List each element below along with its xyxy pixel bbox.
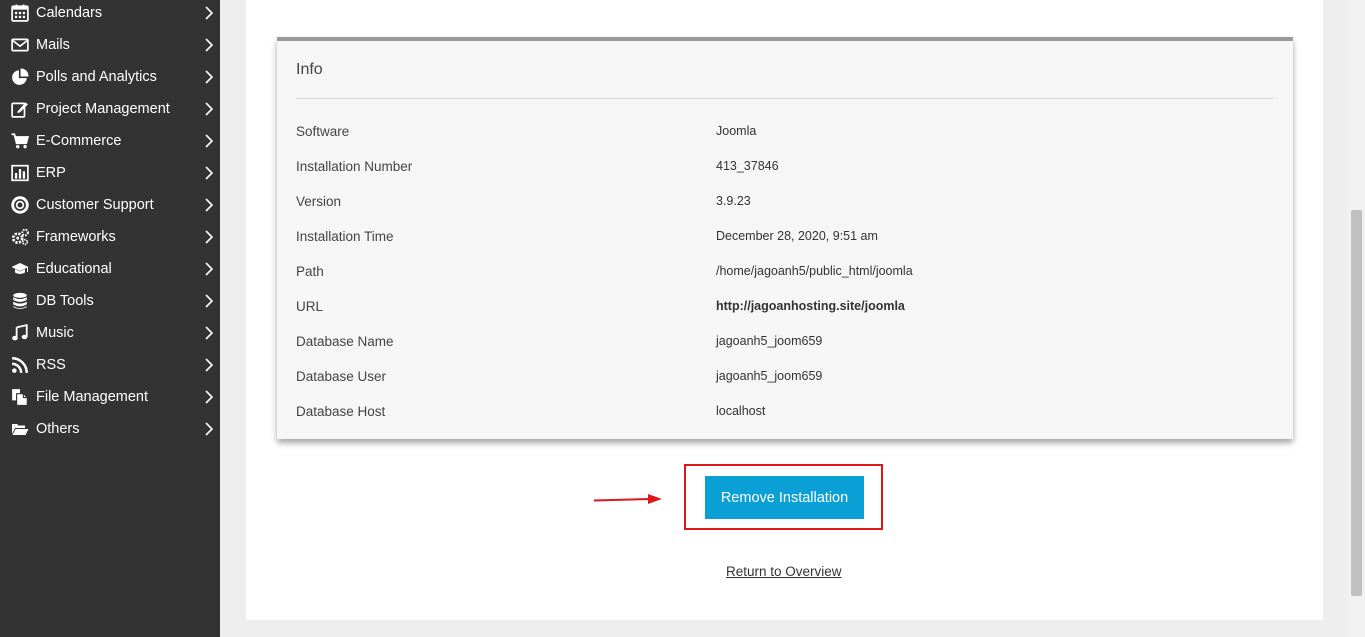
chevron-right-icon [203, 260, 215, 278]
sidebar-item-label: File Management [36, 389, 149, 405]
chevron-right-icon [203, 100, 215, 118]
pie-chart-icon [9, 67, 31, 87]
info-row-database-name: Database Name jagoanh5_joom659 [296, 334, 1273, 354]
chevron-right-icon [203, 196, 215, 214]
bar-chart-icon [9, 163, 31, 183]
sidebar-item-file-management[interactable]: File Management [0, 381, 220, 413]
sidebar-item-label: Frameworks [36, 229, 116, 245]
info-row-installation-time: Installation Time December 28, 2020, 9:5… [296, 229, 1273, 249]
envelope-icon [9, 35, 31, 55]
sidebar-item-others[interactable]: Others [0, 413, 220, 445]
chevron-right-icon [203, 68, 215, 86]
sidebar-item-label: Mails [36, 37, 70, 53]
info-row-url: URL http://jagoanhosting.site/joomla [296, 299, 1273, 319]
info-row-database-host: Database Host localhost [296, 404, 1273, 424]
info-value: December 28, 2020, 9:51 am [716, 229, 878, 243]
sidebar-item-calendars[interactable]: Calendars [0, 0, 220, 29]
info-row-software: Software Joomla [296, 124, 1273, 144]
lifebuoy-icon [9, 195, 31, 215]
gears-icon [9, 227, 31, 247]
info-row-installation-number: Installation Number 413_37846 [296, 159, 1273, 179]
info-value: Joomla [716, 124, 757, 138]
info-panel: Info Software Joomla Installation Number… [277, 37, 1293, 439]
info-value: jagoanh5_joom659 [716, 334, 823, 348]
info-key: Database Name [296, 334, 394, 349]
info-value: /home/jagoanh5/public_html/joomla [716, 264, 913, 278]
sidebar-item-label: RSS [36, 357, 66, 373]
chevron-right-icon [203, 4, 215, 22]
info-row-version: Version 3.9.23 [296, 194, 1273, 214]
url-link[interactable]: http://jagoanhosting.site/joomla [716, 299, 905, 313]
sidebar-item-db-tools[interactable]: DB Tools [0, 285, 220, 317]
rss-icon [9, 355, 31, 375]
sidebar-item-customer-support[interactable]: Customer Support [0, 189, 220, 221]
sidebar-item-label: Project Management [36, 101, 170, 117]
calendar-icon [9, 3, 31, 23]
info-key: Database User [296, 369, 387, 384]
music-note-icon [9, 323, 31, 343]
sidebar-item-e-commerce[interactable]: E-Commerce [0, 125, 220, 157]
sidebar-item-label: Educational [36, 261, 112, 277]
info-title: Info [296, 61, 323, 78]
sidebar: Calendars Mails Polls and Analytics Proj… [0, 0, 220, 637]
sidebar-item-label: Others [36, 421, 80, 437]
sidebar-item-erp[interactable]: ERP [0, 157, 220, 189]
info-key: URL [296, 299, 324, 314]
info-key: Installation Number [296, 159, 413, 174]
info-value: 3.9.23 [716, 194, 751, 208]
chevron-right-icon [203, 292, 215, 310]
sidebar-item-label: ERP [36, 165, 66, 181]
chevron-right-icon [203, 388, 215, 406]
sidebar-item-polls-and-analytics[interactable]: Polls and Analytics [0, 61, 220, 93]
sidebar-item-educational[interactable]: Educational [0, 253, 220, 285]
edit-icon [9, 99, 31, 119]
chevron-right-icon [203, 36, 215, 54]
cart-icon [9, 131, 31, 151]
sidebar-item-label: Calendars [36, 5, 103, 21]
sidebar-item-label: E-Commerce [36, 133, 122, 149]
chevron-right-icon [203, 356, 215, 374]
sidebar-item-label: Polls and Analytics [36, 69, 157, 85]
info-key: Installation Time [296, 229, 394, 244]
info-key: Database Host [296, 404, 386, 419]
remove-installation-button[interactable]: Remove Installation [705, 476, 864, 519]
info-value: 413_37846 [716, 159, 779, 173]
folder-open-icon [9, 419, 31, 439]
files-icon [9, 387, 31, 407]
chevron-right-icon [203, 228, 215, 246]
sidebar-item-label: Music [36, 325, 74, 341]
info-row-path: Path /home/jagoanh5/public_html/joomla [296, 264, 1273, 284]
sidebar-item-project-management[interactable]: Project Management [0, 93, 220, 125]
sidebar-item-label: DB Tools [36, 293, 94, 309]
divider [296, 98, 1273, 99]
chevron-right-icon [203, 324, 215, 342]
info-key: Path [296, 264, 324, 279]
info-row-database-user: Database User jagoanh5_joom659 [296, 369, 1273, 389]
chevron-right-icon [203, 164, 215, 182]
chevron-right-icon [203, 420, 215, 438]
info-key: Version [296, 194, 342, 209]
sidebar-item-mails[interactable]: Mails [0, 29, 220, 61]
info-value: jagoanh5_joom659 [716, 369, 823, 383]
scrollbar-thumb[interactable] [1351, 210, 1362, 596]
info-value: localhost [716, 404, 766, 418]
database-icon [9, 291, 31, 311]
return-to-overview-link[interactable]: Return to Overview [726, 564, 842, 579]
graduation-cap-icon [9, 259, 31, 279]
sidebar-item-music[interactable]: Music [0, 317, 220, 349]
sidebar-item-rss[interactable]: RSS [0, 349, 220, 381]
chevron-right-icon [203, 132, 215, 150]
sidebar-item-frameworks[interactable]: Frameworks [0, 221, 220, 253]
info-key: Software [296, 124, 350, 139]
sidebar-item-label: Customer Support [36, 197, 154, 213]
annotation-arrow-icon [593, 494, 662, 504]
